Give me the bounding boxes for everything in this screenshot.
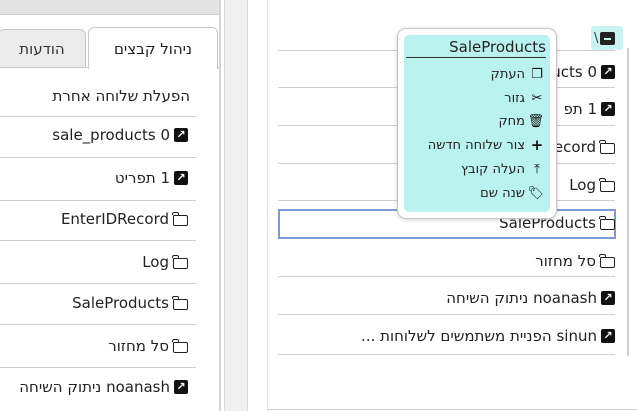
link-icon: ↗ [601,65,615,79]
trash-icon: 🗑 [527,113,544,129]
context-menu: SaleProducts ❐ העתק ✂ גזור 🗑 מחק + צור ש… [397,28,557,219]
right-item-sale-products[interactable]: ↗ 0 ucts [551,61,615,83]
left-item-label: sale_products 0 [52,126,170,144]
left-item-label: EnterIDRecord [60,210,169,228]
tab-messages[interactable]: הודעות [0,29,86,67]
menu-upload[interactable]: ⤒ העלה קובץ [461,159,544,179]
right-panel-edge [267,0,268,411]
folder-icon [599,253,615,268]
right-item-label: Log [569,176,596,194]
link-icon: ↗ [601,329,615,343]
tag-icon: 🏷 [527,185,544,201]
link-icon: ↗ [174,128,188,142]
right-item-label: noanash ניתוק השיחה [446,289,597,307]
right-panel-bottom-border [268,409,637,410]
divider [0,240,196,241]
folder-icon [599,139,615,154]
divider [278,276,615,277]
right-item-menu[interactable]: ↗ 1 תפ [563,98,615,120]
upload-icon: ⤒ [534,161,540,177]
right-item-noanash[interactable]: ↗ noanash ניתוק השיחה [446,287,615,309]
left-top-bar [0,0,220,15]
divider [0,283,196,284]
folder-icon [599,215,615,230]
menu-cut[interactable]: ✂ גזור [504,88,544,108]
left-item-label: SaleProducts [72,294,169,312]
folder-icon [172,295,188,310]
link-icon: ↗ [174,380,188,394]
link-icon: ↗ [174,171,188,185]
left-item-sale-products[interactable]: ↗ sale_products 0 [52,125,188,145]
tab-file-management[interactable]: ניהול קבצים [88,27,218,69]
right-item-log[interactable]: Log [569,174,615,196]
divider [278,314,615,315]
menu-copy-label: העתק [490,66,525,82]
run-other-extension-heading: הפעלת שלוחה אחרת [52,87,190,105]
divider [0,200,196,201]
link-icon: ↗ [601,102,615,116]
breadcrumb-separator: \ [594,30,599,46]
menu-delete-label: מחק [498,113,525,129]
divider [0,157,196,158]
copy-icon: ❐ [531,66,543,82]
scissors-icon: ✂ [531,90,543,106]
divider [278,354,615,355]
menu-rename-label: שנה שם [480,185,525,201]
divider [0,367,196,368]
right-item-label: 0 ucts [551,63,597,81]
right-item-label: sinun הפניית משתמשים לשלוחות ... [361,327,597,345]
context-menu-title: SaleProducts [406,37,546,58]
right-item-sinun[interactable]: ↗ sinun הפניית משתמשים לשלוחות ... [361,325,615,347]
menu-new-extension[interactable]: + צור שלוחה חדשה [428,135,544,155]
left-item-label: noanash ניתוק השיחה [19,378,170,396]
menu-upload-label: העלה קובץ [461,161,525,177]
menu-new-extension-label: צור שלוחה חדשה [427,137,525,153]
left-panel-edge [219,0,221,411]
left-item-noanash[interactable]: ↗ noanash ניתוק השיחה [19,377,188,397]
left-item-menu[interactable]: ↗ 1 תפריט [115,168,188,188]
divider [0,324,196,325]
folder-icon [172,338,188,353]
right-item-recycle-bin[interactable]: סל מחזור [535,250,615,272]
folder-icon [599,177,615,192]
left-item-recycle-bin[interactable]: סל מחזור [108,336,188,356]
left-item-sale-products-folder[interactable]: SaleProducts [72,293,188,313]
menu-cut-label: גזור [504,90,525,106]
plus-icon: + [530,136,544,154]
menu-copy[interactable]: ❐ העתק [491,64,544,84]
left-item-label: סל מחזור [108,337,169,355]
archive-icon [600,31,616,45]
left-item-label: Log [142,253,169,271]
left-item-label: 1 תפריט [114,169,170,187]
breadcrumb[interactable]: \ [591,26,623,50]
right-panel-border [627,48,629,356]
menu-rename[interactable]: 🏷 שנה שם [480,183,544,203]
panel-splitter[interactable] [224,0,248,411]
folder-icon [172,254,188,269]
right-item-label: סל מחזור [535,252,596,270]
menu-delete[interactable]: 🗑 מחק [498,111,544,131]
left-item-log[interactable]: Log [142,252,188,272]
left-item-enter-id-record[interactable]: EnterIDRecord [61,209,188,229]
right-item-label: 1 תפ [563,100,597,118]
folder-icon [172,211,188,226]
divider [0,116,196,117]
left-panel: הודעות ניהול קבצים הפעלת שלוחה אחרת ↗ sa… [0,0,224,411]
link-icon: ↗ [601,291,615,305]
